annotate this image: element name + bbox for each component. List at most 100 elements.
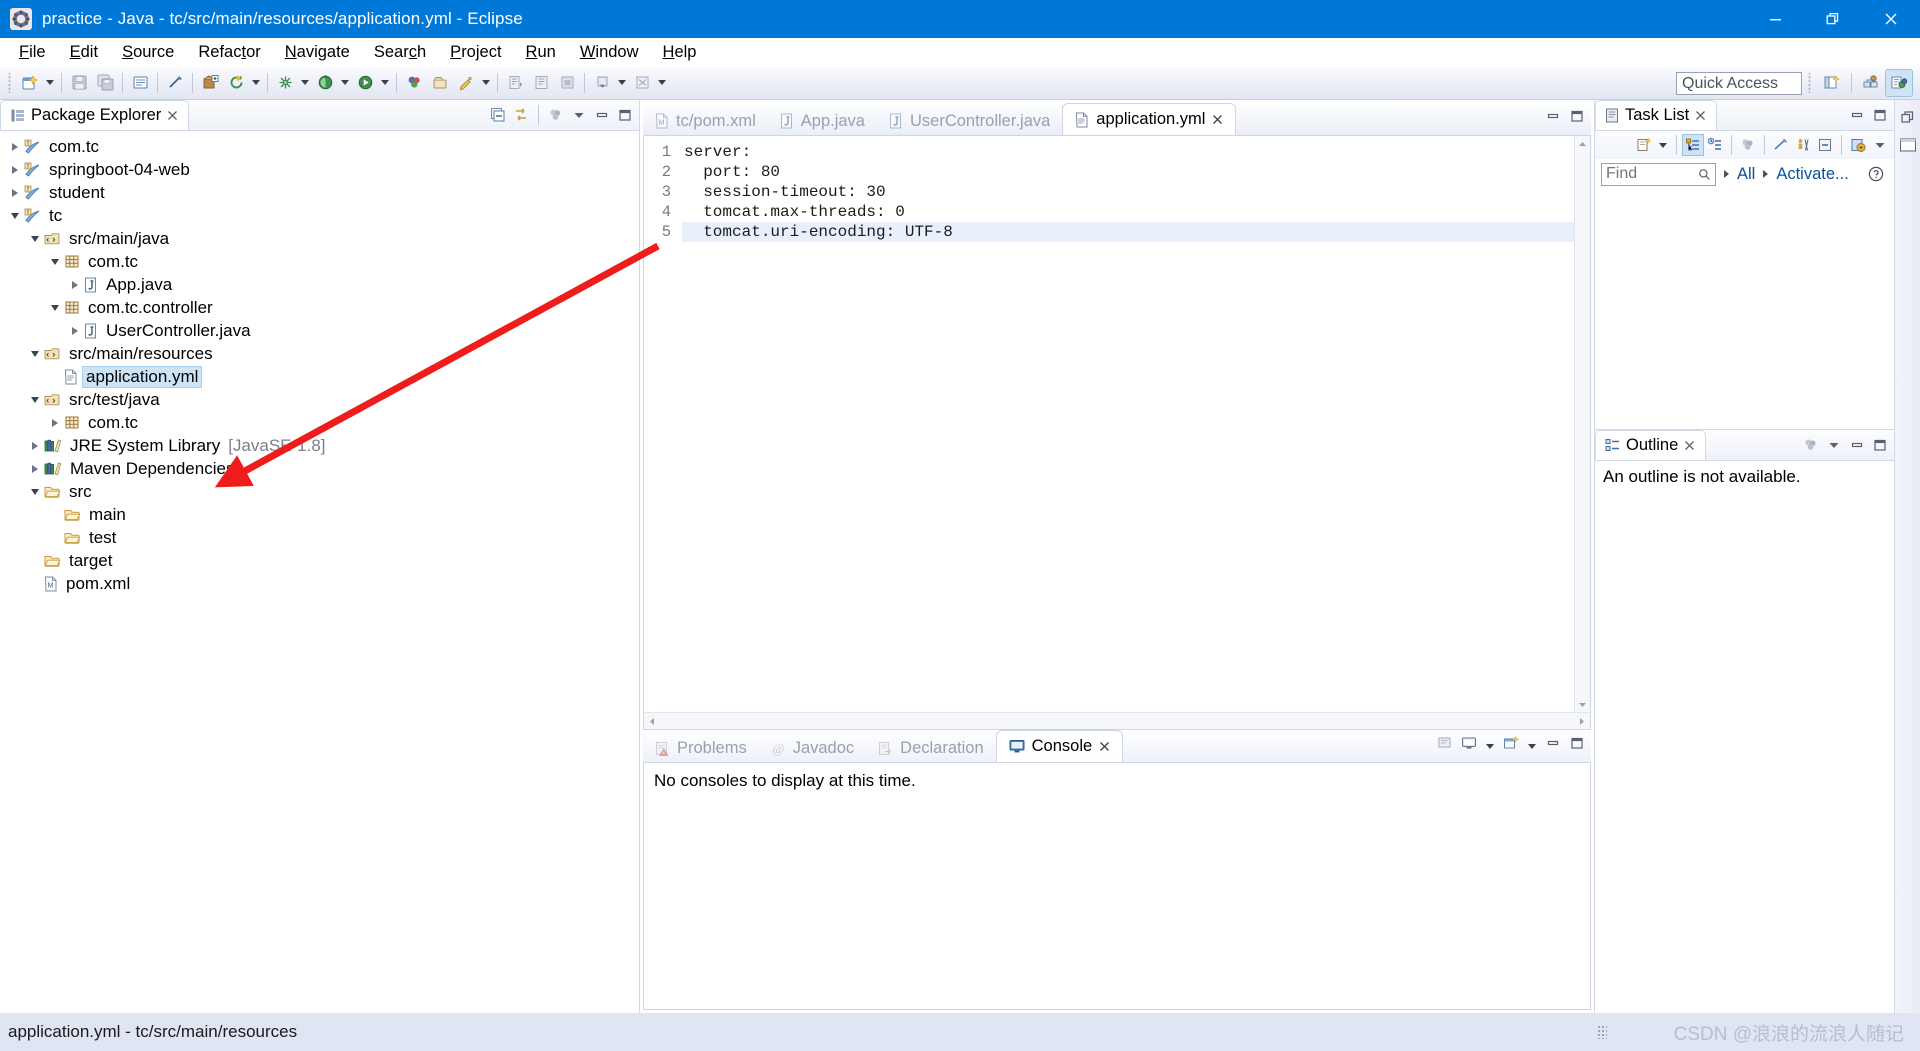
display-selected-console-icon[interactable] [1459,733,1479,753]
maximize-icon[interactable] [1567,733,1587,753]
minimize-button[interactable] [1746,0,1804,38]
tree-item-app-java[interactable]: App.java [0,273,639,296]
new-console-view-icon[interactable] [1501,733,1521,753]
twistie-collapsed-icon[interactable] [66,319,84,342]
tree-item-target[interactable]: target [0,549,639,572]
back-icon[interactable] [589,70,615,96]
close-icon[interactable] [1099,741,1110,752]
twistie-expanded-icon[interactable] [26,227,44,250]
search-icon[interactable] [453,70,479,96]
scroll-left-icon[interactable] [644,713,661,730]
open-console-icon[interactable] [1435,733,1455,753]
search-icon[interactable] [1698,168,1711,181]
menu-help[interactable]: Help [652,40,708,65]
refresh-icon[interactable] [223,70,249,96]
open-type-icon[interactable] [162,70,188,96]
editor-tab-tc-pom-xml[interactable]: Mtc/pom.xml [643,107,768,135]
focus-on-workweek-icon[interactable] [1738,135,1758,155]
refresh-dropdown-icon[interactable] [249,70,263,96]
menu-file[interactable]: File [8,40,57,65]
close-icon[interactable] [167,110,178,121]
twistie-expanded-icon[interactable] [46,296,64,319]
twistie-collapsed-icon[interactable] [6,158,24,181]
new-task-dropdown-icon[interactable] [1656,132,1670,158]
open-perspective-icon[interactable] [1819,70,1845,96]
minimize-icon[interactable] [1847,435,1867,455]
new-console-dropdown-icon[interactable] [1525,733,1539,759]
restore-button[interactable] [1804,0,1862,38]
java-ee-perspective-icon[interactable] [1858,70,1884,96]
tree-item-maven-dependencies[interactable]: Maven Dependencies [0,457,639,480]
java-perspective-icon[interactable] [1885,69,1913,97]
minimize-icon[interactable] [1543,106,1563,126]
tree-item-src[interactable]: src [0,480,639,503]
link-with-editor-icon[interactable] [511,105,531,125]
all-caret-icon[interactable] [1724,170,1729,178]
console-tab-console[interactable]: Console [995,730,1124,762]
last-edit-location-icon[interactable] [554,70,580,96]
maximize-icon[interactable] [1567,106,1587,126]
focus-icon[interactable] [1801,435,1821,455]
coverage-icon[interactable] [272,70,298,96]
tree-item-com-tc[interactable]: com.tc [0,135,639,158]
save-all-icon[interactable] [92,70,118,96]
tree-item-src-main-resources[interactable]: src/main/resources [0,342,639,365]
menu-search[interactable]: Search [363,40,437,65]
menu-project[interactable]: Project [439,40,512,65]
scheduled-presentation-icon[interactable] [1705,135,1725,155]
tab-package-explorer[interactable]: Package Explorer [0,100,190,130]
tree-item-pom-xml[interactable]: Mpom.xml [0,572,639,595]
new-wizard-dropdown-icon[interactable] [43,70,57,96]
new-class-icon[interactable] [401,70,427,96]
run-icon[interactable] [352,70,378,96]
forward-dropdown-icon[interactable] [655,70,669,96]
twistie-expanded-icon[interactable] [26,388,44,411]
run-dropdown-icon[interactable] [378,70,392,96]
twistie-collapsed-icon[interactable] [66,273,84,296]
categorized-presentation-icon[interactable] [1682,134,1704,156]
search-dropdown-icon[interactable] [479,70,493,96]
find-input-wrapper[interactable] [1601,162,1716,186]
tree-item-tc[interactable]: tc [0,204,639,227]
maximize-icon[interactable] [1870,435,1890,455]
twistie-collapsed-icon[interactable] [6,135,24,158]
tree-item-src-main-java[interactable]: src/main/java [0,227,639,250]
tree-item-springboot-04-web[interactable]: springboot-04-web [0,158,639,181]
tree-item-main[interactable]: main [0,503,639,526]
scroll-up-icon[interactable] [1575,136,1591,152]
save-icon[interactable] [66,70,92,96]
previous-annotation-icon[interactable] [528,70,554,96]
twistie-expanded-icon[interactable] [6,204,24,227]
next-annotation-icon[interactable] [502,70,528,96]
tree-item-com-tc[interactable]: com.tc [0,411,639,434]
twistie-expanded-icon[interactable] [26,480,44,503]
tree-item-src-test-java[interactable]: src/test/java [0,388,639,411]
menu-source[interactable]: Source [111,40,185,65]
forward-icon[interactable] [629,70,655,96]
restore-icon[interactable] [1897,106,1919,128]
tree-item-com-tc-controller[interactable]: com.tc.controller [0,296,639,319]
new-wizard-icon[interactable] [17,70,43,96]
editor-area-icon[interactable] [1897,134,1919,156]
collapse-all-icon[interactable] [488,105,508,125]
view-menu-focus-icon[interactable] [546,105,566,125]
quick-access-input[interactable]: Quick Access [1676,71,1802,95]
menu-navigate[interactable]: Navigate [274,40,361,65]
link-all[interactable]: All [1737,165,1755,184]
view-menu-icon[interactable] [1824,435,1844,455]
tree-item-jre-system-library[interactable]: JRE System Library [JavaSE-1.8] [0,434,639,457]
console-tab-problems[interactable]: Problems [643,734,759,762]
code-editor[interactable]: server: port: 80 session-timeout: 30 tom… [676,136,1574,712]
toggle-comment-icon[interactable] [127,70,153,96]
minimize-icon[interactable] [1847,105,1867,125]
editor-tab-application-yml[interactable]: application.yml [1062,103,1237,135]
help-icon[interactable] [1868,166,1884,182]
editor-vertical-scrollbar[interactable] [1574,136,1590,712]
perspective-grip[interactable] [1807,73,1814,93]
find-input[interactable] [1606,165,1698,183]
menu-refactor[interactable]: Refactor [187,40,271,65]
console-dropdown-icon[interactable] [1483,733,1497,759]
coverage-dropdown-icon[interactable] [298,70,312,96]
twistie-expanded-icon[interactable] [26,342,44,365]
collapse-all-icon[interactable] [1815,135,1835,155]
